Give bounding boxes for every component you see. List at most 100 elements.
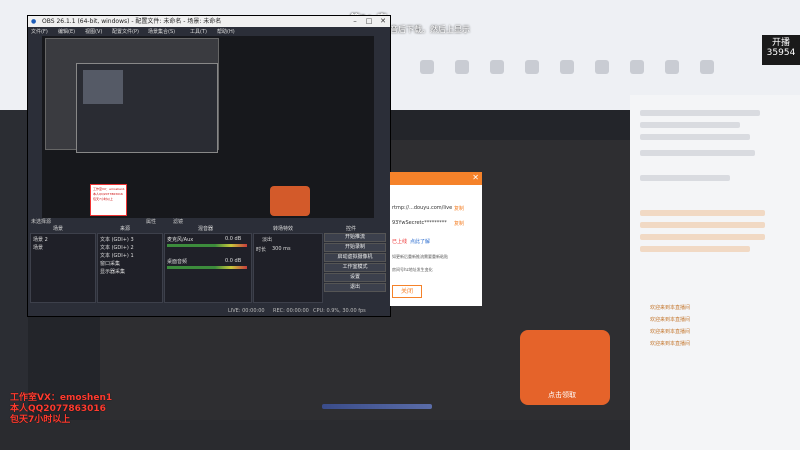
dialog-note: 房间号hz地址发生变化 [392,267,433,272]
maximize-icon[interactable]: □ [362,16,376,27]
avatar[interactable]: 开播 35954 [762,35,800,65]
scenes-dock-title: 场景 [53,226,64,232]
exit-button[interactable]: 退出 [324,283,386,292]
mixer-channel-name: 麦克风/Aux [167,237,194,243]
server-url: rtmp://...douyu.com/live [392,205,453,211]
start-recording-button[interactable]: 开始录制 [324,243,386,252]
filters-button[interactable]: 滤镜 [173,218,183,225]
copy-key-button[interactable]: 复制 [454,220,464,227]
category-icon[interactable] [525,60,539,74]
stream-key: 93YwSecretc********* [392,220,447,226]
live-time: LIVE: 00:00:00 [228,308,265,314]
category-icon[interactable] [455,60,469,74]
chat-line [640,210,765,216]
source-item[interactable]: 显示器采集 [100,268,125,275]
dialog-header: ✕ [390,172,482,185]
start-streaming-button[interactable]: 开始推流 [324,233,386,242]
source-item[interactable]: 窗口采集 [100,260,120,267]
audio-mixer: 麦克风/Aux 0.0 dB 桌面音频 0.0 dB [164,233,252,303]
chat-line [640,222,765,228]
sources-dock-title: 来源 [120,226,131,232]
menu-profile[interactable]: 配置文件(P) [112,28,139,35]
scene-item[interactable]: 场景 [33,244,43,251]
copy-url-button[interactable]: 复制 [454,205,464,212]
preview-text-overlay: 工作室VX：emoshen1 本人QQ2077863016 包天7小时以上 [90,184,127,216]
chat-line [640,122,740,128]
chat-message: 欢迎来到本直播间 [650,341,691,347]
category-icon[interactable] [630,60,644,74]
overlay-text-line: 包天7小时以上 [93,197,113,201]
minimize-icon[interactable]: – [348,16,362,27]
source-item[interactable]: 文本 (GDI+) 1 [100,252,134,259]
chat-panel [630,95,800,450]
status-note: 已上线 [392,239,408,245]
chat-message: 欢迎来到本直播间 [650,329,691,335]
scene-item[interactable]: 场景 2 [33,236,48,243]
transition-select[interactable]: 淡出 [262,236,272,243]
category-icon[interactable] [560,60,574,74]
category-icon[interactable] [665,60,679,74]
obs-preview[interactable]: 工作室VX：emoshen1 本人QQ2077863016 包天7小时以上 [42,36,374,218]
preview-gift-image [270,186,310,216]
obs-menubar: 文件(F) 编辑(E) 视图(V) 配置文件(P) 场景集合(S) 工具(T) … [28,27,390,36]
menu-edit[interactable]: 编辑(E) [58,28,75,35]
mixer-dock-title: 混音器 [198,226,214,232]
chat-line [640,150,755,156]
category-icon[interactable] [700,60,714,74]
obs-titlebar[interactable]: ● OBS 26.1.1 (64-bit, windows) - 配置文件: 未… [28,16,390,27]
obs-logo-icon: ● [31,18,37,25]
menu-help[interactable]: 帮助(H) [217,28,235,35]
progress-slider[interactable] [322,404,432,409]
watermark-line: 工作室VX：emoshen1 [10,393,113,403]
watermark-line: 包天7小时以上 [10,415,71,425]
chat-message: 欢迎来到本直播间 [650,317,691,323]
preview-nested-obs [76,63,218,153]
category-icon[interactable] [420,60,434,74]
menu-view[interactable]: 视图(V) [85,28,102,35]
duration-input[interactable]: 300 ms [272,246,291,252]
transitions-dock-title: 转场特效 [273,226,294,232]
menu-tools[interactable]: 工具(T) [190,28,207,35]
preview-nested-image [83,70,123,104]
volume-meter [167,244,247,247]
mixer-channel-db: 0.0 dB [225,258,242,264]
obs-docks: 未选择源 属性 滤镜 场景 场景 2 场景 来源 文本 (GDI+) 3 文本 … [28,219,390,316]
preview-nested-screen [45,38,219,153]
volume-meter [167,266,247,269]
transitions-panel: 淡出 时长 300 ms [253,233,323,303]
menu-file[interactable]: 文件(F) [31,28,48,35]
rec-time: REC: 00:00:00 [273,308,309,314]
obs-window: ● OBS 26.1.1 (64-bit, windows) - 配置文件: 未… [27,15,391,317]
gift-promo-label: 点击领取 [548,391,576,399]
studio-mode-button[interactable]: 工作室模式 [324,263,386,272]
virtual-camera-button[interactable]: 启动虚拟摄像机 [324,253,386,262]
mixer-channel-db: 0.0 dB [225,236,242,242]
cpu-usage: CPU: 0.9%, 30.00 fps [313,308,366,314]
dialog-note: 如更新后重新推流需要重新粘贴 [392,254,448,259]
learn-more-link[interactable]: 点此了解 [410,238,430,245]
menu-scene-collection[interactable]: 场景集合(S) [148,28,175,35]
source-item[interactable]: 文本 (GDI+) 2 [100,244,134,251]
close-icon[interactable]: ✕ [472,173,479,182]
mixer-channel-name: 桌面音频 [167,259,188,265]
watermark-line: 本人QQ2077863016 [10,404,106,414]
stream-settings-dialog: ✕ rtmp://...douyu.com/live 复制 93YwSecret… [390,172,482,306]
properties-button[interactable]: 属性 [146,218,156,225]
scenes-list: 场景 2 场景 [30,233,96,303]
chat-line [640,110,760,116]
chat-line [640,234,765,240]
category-icon[interactable] [490,60,504,74]
avatar-label: 开播 [771,38,790,48]
settings-button[interactable]: 设置 [324,273,386,282]
close-icon[interactable]: ✕ [376,16,390,27]
obs-statusbar: LIVE: 00:00:00 REC: 00:00:00 CPU: 0.9%, … [28,306,390,316]
chat-line [640,134,750,140]
sources-list: 文本 (GDI+) 3 文本 (GDI+) 2 文本 (GDI+) 1 窗口采集… [97,233,163,303]
close-dialog-button[interactable]: 关闭 [392,285,422,298]
chat-line [640,246,750,252]
chat-message: 欢迎来到本直播间 [650,305,691,311]
controls-dock-title: 控件 [346,226,357,232]
duration-label: 时长 [256,247,267,253]
category-icon[interactable] [595,60,609,74]
source-item[interactable]: 文本 (GDI+) 3 [100,236,134,243]
